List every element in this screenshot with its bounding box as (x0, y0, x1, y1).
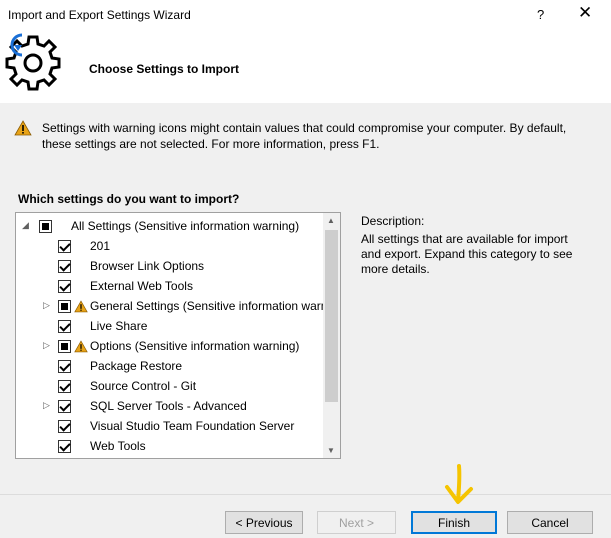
scroll-up-icon[interactable]: ▲ (327, 216, 335, 225)
arrow-down-icon (445, 464, 473, 504)
footer-divider (0, 494, 611, 495)
tree-item[interactable]: ▷ SQL Server Tools - Advanced (16, 397, 324, 417)
warning-message: Settings with warning icons might contai… (42, 121, 567, 151)
tree-item[interactable]: Live Share (16, 317, 324, 337)
tree-item-label: Source Control - Git (90, 379, 197, 393)
tree-item-checkbox[interactable] (58, 380, 71, 393)
tree-item-label: 201 (90, 239, 111, 253)
expand-icon[interactable]: ▷ (43, 400, 50, 411)
tree-item-checkbox[interactable] (58, 280, 71, 293)
next-button[interactable]: Next > (317, 511, 396, 534)
finish-button[interactable]: Finish (411, 511, 497, 534)
scroll-down-icon[interactable]: ▼ (327, 446, 335, 455)
tree-item-label: Visual Studio Team Foundation Server (90, 419, 295, 433)
wizard-header: Choose Settings to Import (0, 31, 611, 103)
page-title: Choose Settings to Import (89, 62, 239, 76)
previous-button[interactable]: < Previous (225, 511, 303, 534)
help-button[interactable]: ? (537, 7, 544, 22)
tree-item-checkbox[interactable] (58, 340, 71, 353)
gear-import-icon (5, 33, 61, 91)
tree-item-label: Options (Sensitive information warning) (90, 339, 300, 353)
description-text: All settings that are available for impo… (361, 232, 573, 276)
tree-item-checkbox[interactable] (39, 220, 52, 233)
tree-item[interactable]: Browser Link Options (16, 257, 324, 277)
close-button[interactable]: ✕ (578, 3, 592, 23)
tree-item[interactable]: External Web Tools (16, 277, 324, 297)
tree-item-label: Web Tools (90, 439, 146, 453)
expand-icon[interactable]: ▷ (43, 300, 50, 311)
warning-icon (74, 340, 88, 353)
settings-question: Which settings do you want to import? (18, 192, 240, 206)
tree-item-checkbox[interactable] (58, 400, 71, 413)
tree-item[interactable]: ▷ Options (Sensitive information warning) (16, 337, 324, 357)
title-bar: Import and Export Settings Wizard ? ✕ (0, 0, 611, 32)
tree-item-checkbox[interactable] (58, 360, 71, 373)
tree-item[interactable]: Web Tools (16, 437, 324, 457)
tree-item[interactable]: ◢ All Settings (Sensitive information war… (16, 217, 324, 237)
warning-icon (74, 300, 88, 313)
warning-icon (14, 120, 32, 136)
tree-item-label: SQL Server Tools - Advanced (90, 399, 247, 413)
tree-item-checkbox[interactable] (58, 260, 71, 273)
collapse-icon[interactable]: ◢ (22, 220, 29, 231)
tree-item-label: Browser Link Options (90, 259, 205, 273)
tree-item-checkbox[interactable] (58, 300, 71, 313)
tree-item-checkbox[interactable] (58, 440, 71, 453)
settings-tree[interactable]: Web Tools Visual Studio Team Foundation S… (15, 212, 341, 459)
tree-item[interactable]: Visual Studio Team Foundation Server (16, 417, 324, 437)
tree-scrollbar[interactable]: ▲ ▼ (323, 213, 340, 458)
tree-item[interactable]: ▷ General Settings (Sensitive information… (16, 297, 328, 317)
tree-item-label: External Web Tools (90, 279, 193, 293)
tree-item[interactable]: Package Restore (16, 357, 324, 377)
tree-item-checkbox[interactable] (58, 240, 71, 253)
description-heading: Description: (361, 214, 425, 228)
expand-icon[interactable]: ▷ (43, 340, 50, 351)
tree-item-label: All Settings (Sensitive information warn… (71, 219, 300, 233)
tree-item[interactable]: Source Control - Git (16, 377, 324, 397)
tree-item-label: Live Share (90, 319, 148, 333)
scroll-thumb[interactable] (325, 230, 338, 402)
tree-item-checkbox[interactable] (58, 420, 71, 433)
cancel-button[interactable]: Cancel (507, 511, 593, 534)
tree-item-checkbox[interactable] (58, 320, 71, 333)
tree-item-label: Package Restore (90, 359, 183, 373)
window-title: Import and Export Settings Wizard (8, 8, 191, 22)
tree-item-label: General Settings (Sensitive information … (90, 299, 328, 313)
tree-item[interactable]: 201 (16, 237, 324, 257)
